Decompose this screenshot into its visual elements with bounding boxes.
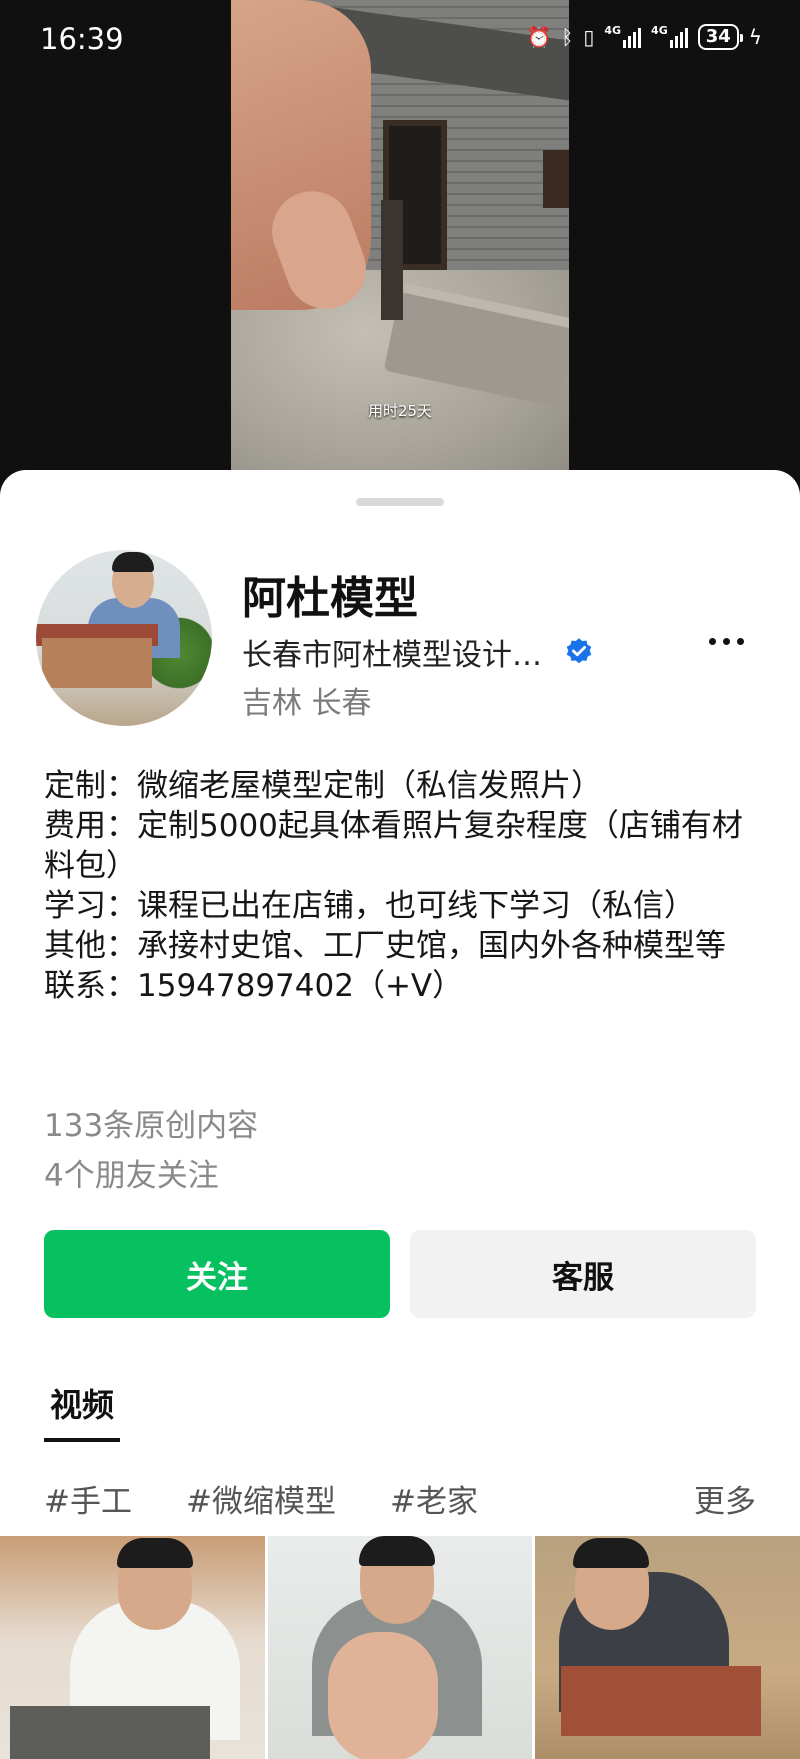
signal-icon: 4G bbox=[651, 25, 688, 48]
bio-line-contact: 联系：15947897402（+V） bbox=[44, 968, 464, 1004]
video-grid bbox=[0, 1536, 800, 1759]
drag-handle[interactable] bbox=[356, 498, 444, 506]
bluetooth-icon: ᛒ bbox=[561, 25, 574, 49]
video-scene-window bbox=[543, 150, 569, 208]
bio-line-fee: 费用：定制5000起具体看照片复杂程度（店铺有材料包） bbox=[44, 808, 743, 884]
battery-icon: 34 bbox=[697, 24, 743, 50]
company-row[interactable]: 长春市阿杜模型设计… bbox=[242, 630, 594, 674]
bio: 定制：微缩老屋模型定制（私信发照片） 费用：定制5000起具体看照片复杂程度（店… bbox=[44, 766, 754, 1006]
tab-videos[interactable]: 视频 bbox=[44, 1380, 121, 1442]
alarm-icon: ⏰ bbox=[526, 25, 552, 49]
status-time: 16:39 bbox=[40, 22, 124, 56]
bio-line-other: 其他：承接村史馆、工厂史馆，国内外各种模型等 bbox=[44, 928, 726, 964]
video-caption: 用时25天 bbox=[367, 402, 433, 420]
follow-button[interactable]: 关注 bbox=[44, 1230, 390, 1318]
original-content-count[interactable]: 133条原创内容 bbox=[44, 1100, 258, 1145]
tags-more-button[interactable]: 更多 bbox=[694, 1476, 756, 1521]
customer-service-button[interactable]: 客服 bbox=[410, 1230, 756, 1318]
bio-line-custom: 定制：微缩老屋模型定制（私信发照片） bbox=[44, 768, 602, 804]
charging-icon: ϟ bbox=[748, 25, 762, 49]
bio-line-study: 学习：课程已出在店铺，也可线下学习（私信） bbox=[44, 888, 695, 924]
verified-icon bbox=[566, 638, 592, 664]
tag-item[interactable]: #手工 bbox=[44, 1476, 132, 1521]
tag-list: #手工 #微缩模型 #老家 更多 bbox=[44, 1476, 756, 1521]
profile-name: 阿杜模型 bbox=[242, 573, 418, 624]
profile-sheet: 阿杜模型 长春市阿杜模型设计… 吉林 长春 定制：微缩老屋模型定制（私信发照片）… bbox=[0, 470, 800, 1759]
video-scene-pump bbox=[381, 200, 403, 320]
avatar[interactable] bbox=[36, 550, 212, 726]
tag-item[interactable]: #老家 bbox=[390, 1476, 478, 1521]
video-thumbnail[interactable] bbox=[0, 1536, 265, 1759]
tag-item[interactable]: #微缩模型 bbox=[186, 1476, 336, 1521]
more-options-icon[interactable] bbox=[709, 638, 744, 645]
status-bar: 16:39 ⏰ ᛒ ▯ 4G 4G 34 ϟ bbox=[0, 0, 800, 80]
vibrate-icon: ▯ bbox=[583, 25, 595, 49]
friends-following[interactable]: 4个朋友关注 bbox=[44, 1150, 219, 1195]
location: 吉林 长春 bbox=[242, 686, 372, 721]
status-icons: ⏰ ᛒ ▯ 4G 4G 34 ϟ bbox=[526, 24, 762, 50]
video-thumbnail[interactable] bbox=[535, 1536, 800, 1759]
signal-icon: 4G bbox=[604, 25, 642, 48]
video-thumbnail[interactable] bbox=[267, 1536, 533, 1759]
company-name[interactable]: 长春市阿杜模型设计… bbox=[242, 630, 542, 674]
